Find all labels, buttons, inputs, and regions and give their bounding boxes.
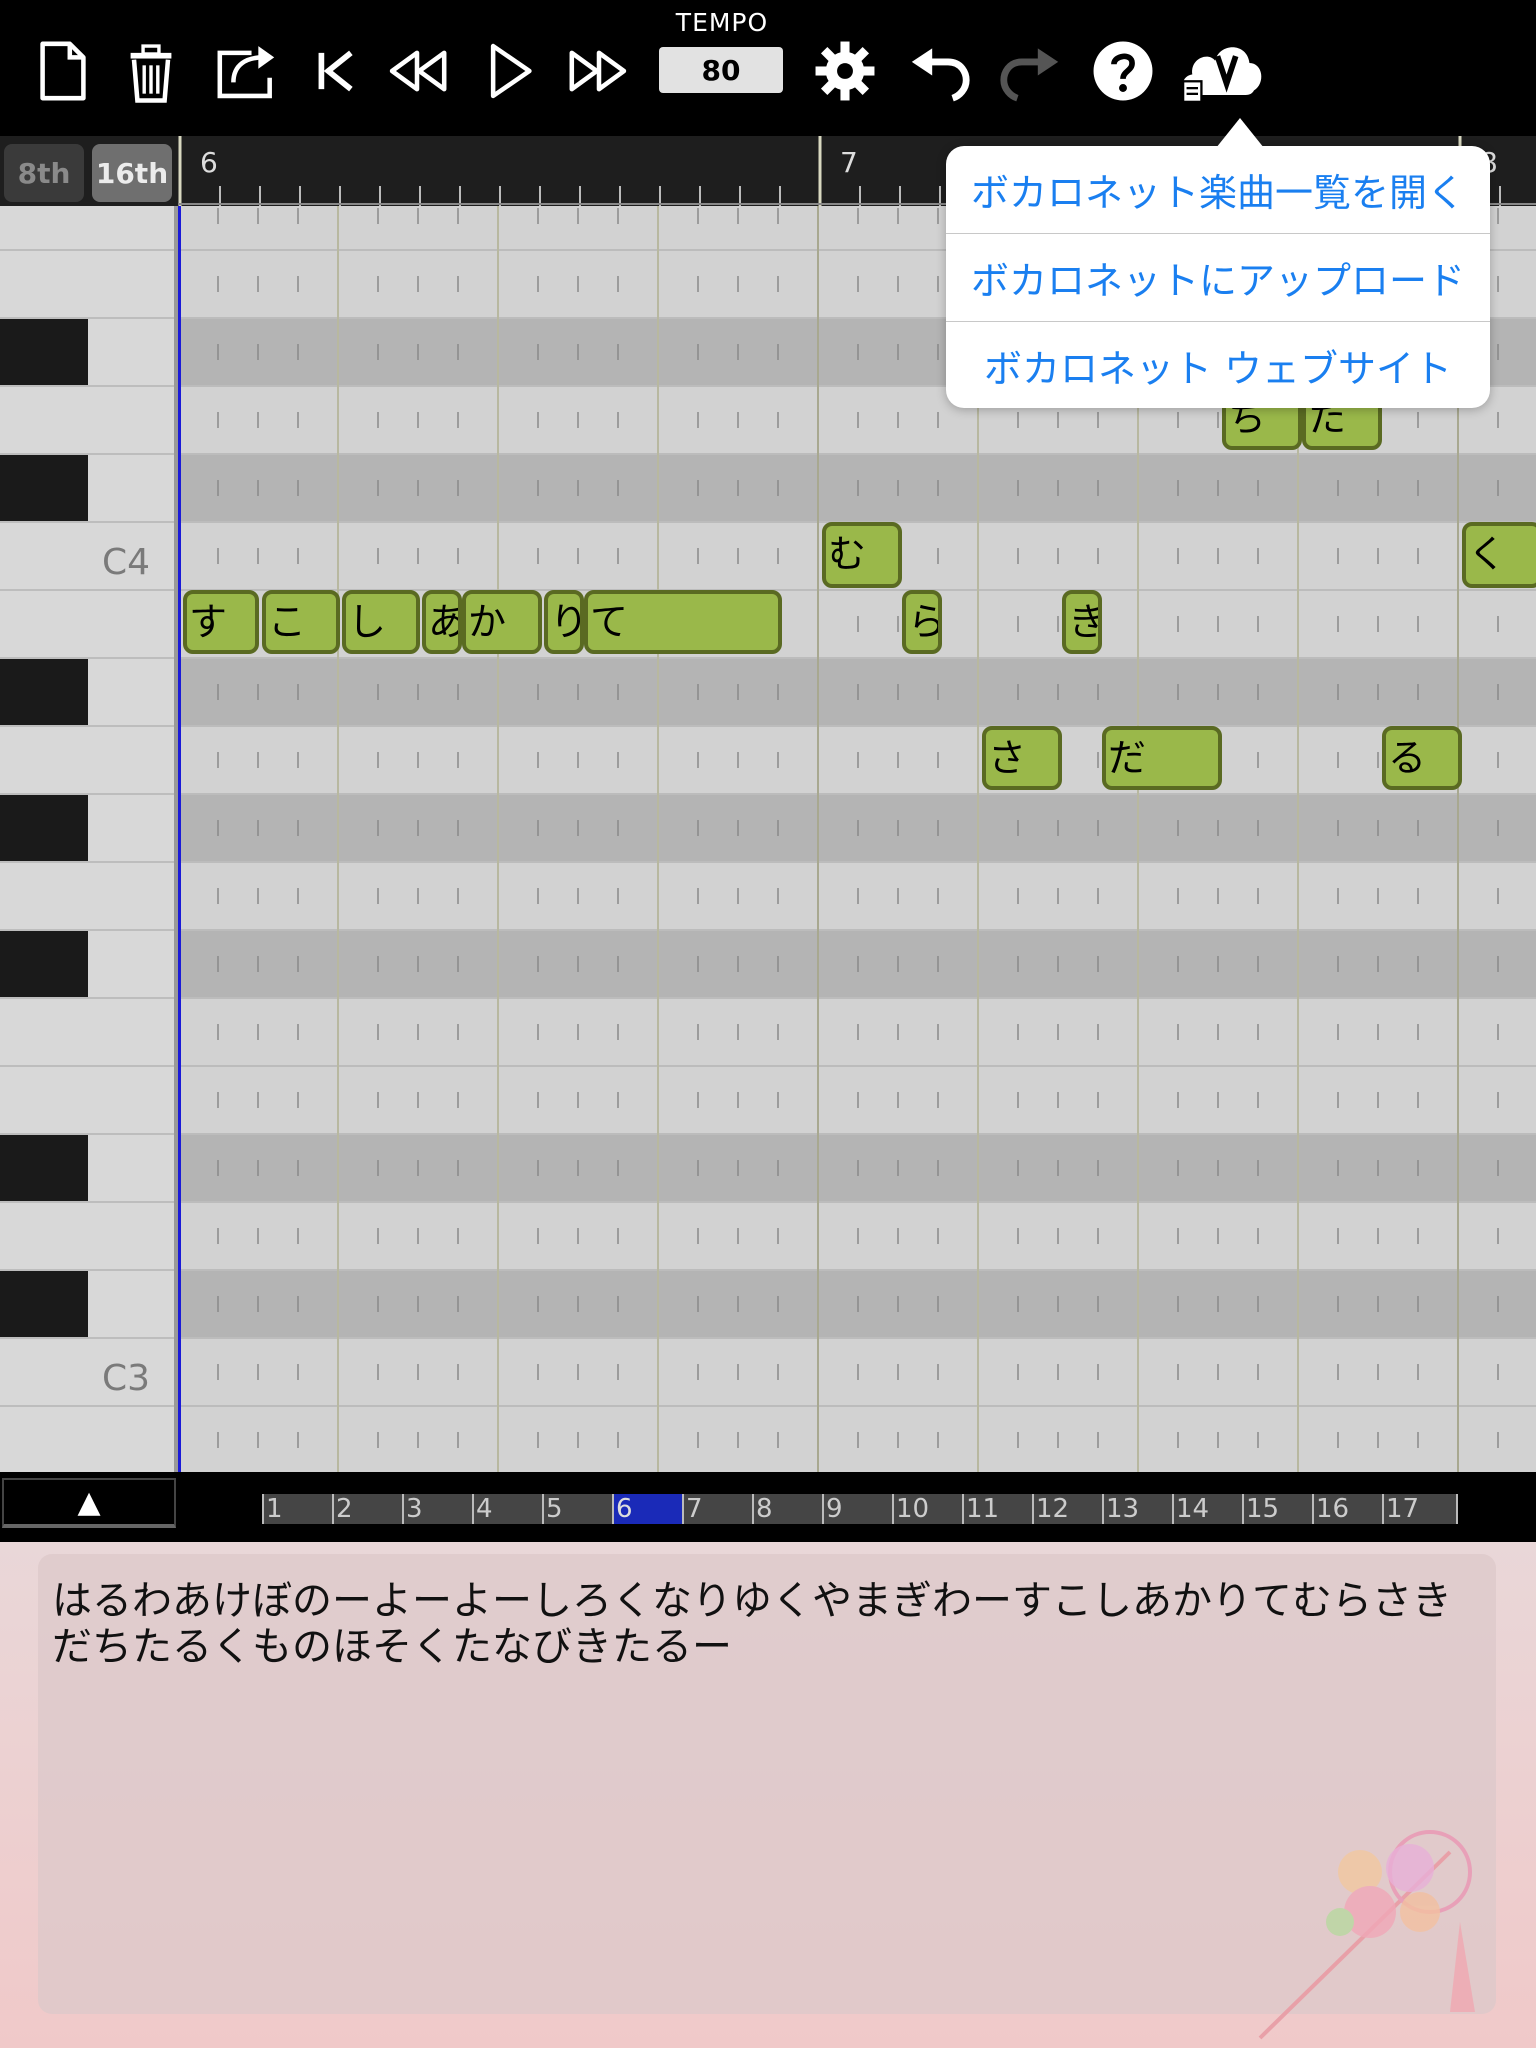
key-label-c4: C4 (101, 542, 150, 583)
skip-to-start-button[interactable] (292, 28, 378, 114)
overview-measure-8[interactable]: 8 (752, 1494, 822, 1524)
fast-forward-icon (569, 50, 627, 92)
note-da[interactable]: だ (1102, 726, 1222, 790)
help-button[interactable] (1080, 28, 1166, 114)
rewind-icon (389, 50, 447, 92)
playhead[interactable] (178, 206, 181, 1472)
settings-gear-icon (815, 41, 875, 101)
share-button[interactable] (204, 28, 290, 114)
overview-measure-13[interactable]: 13 (1102, 1494, 1172, 1524)
note-ra[interactable]: ら (902, 590, 942, 654)
song-overview[interactable]: 1 2 3 4 5 6 7 8 9 10 11 12 13 14 15 16 1… (262, 1494, 1458, 1524)
undo-icon (911, 48, 970, 102)
note-ku[interactable]: く (1462, 522, 1536, 588)
note-ko[interactable]: こ (262, 590, 340, 654)
note-ri[interactable]: り (544, 590, 584, 654)
lyrics-text: はるわあけぼのーよーよーしろくなりゆくやまぎわーすこしあかりてむらさきだちたるく… (52, 1578, 1452, 1670)
overview-bar: ▲ 1 2 3 4 5 6 7 8 9 10 11 12 13 14 15 16… (0, 1472, 1536, 1542)
share-icon (217, 46, 275, 99)
overview-measure-16[interactable]: 16 (1312, 1494, 1382, 1524)
note-sa[interactable]: さ (982, 726, 1062, 790)
lyrics-panel: はるわあけぼのーよーよーしろくなりゆくやまぎわーすこしあかりてむらさきだちたるく… (0, 1542, 1536, 2048)
undo-button[interactable] (896, 28, 982, 114)
tempo-label: TEMPO (675, 8, 769, 37)
key-label-c3: C3 (101, 1358, 150, 1399)
overview-measure-17[interactable]: 17 (1382, 1494, 1458, 1524)
overview-measure-12[interactable]: 12 (1032, 1494, 1102, 1524)
redo-icon (1000, 48, 1059, 102)
note-su[interactable]: す (183, 590, 259, 654)
overview-measure-15[interactable]: 15 (1242, 1494, 1312, 1524)
menu-upload[interactable]: ボカロネットにアップロード (946, 234, 1490, 320)
help-icon (1093, 41, 1153, 101)
overview-measure-7[interactable]: 7 (682, 1494, 752, 1524)
piano-keyboard: C4 C3 (0, 206, 178, 1472)
vocalonet-button[interactable] (1172, 28, 1272, 114)
expand-panel-button[interactable]: ▲ (2, 1478, 176, 1528)
note-mu[interactable]: む (822, 522, 902, 588)
rewind-button[interactable] (374, 28, 460, 114)
trash-icon (130, 44, 172, 103)
menu-open-song-list[interactable]: ボカロネット楽曲一覧を開く (946, 146, 1490, 232)
popover-arrow (1216, 118, 1264, 148)
overview-measure-5[interactable]: 5 (542, 1494, 612, 1524)
measure-label-7: 7 (840, 146, 858, 179)
overview-measure-3[interactable]: 3 (402, 1494, 472, 1524)
note-ru[interactable]: る (1382, 726, 1462, 790)
overview-measure-2[interactable]: 2 (332, 1494, 402, 1524)
new-file-button[interactable] (20, 28, 106, 114)
delete-button[interactable] (108, 28, 194, 114)
overview-measure-9[interactable]: 9 (822, 1494, 892, 1524)
new-file-icon (40, 41, 86, 101)
play-button[interactable] (466, 28, 552, 114)
piano-keys-graphic (0, 206, 178, 1472)
note-ka[interactable]: か (462, 590, 542, 654)
overview-measure-11[interactable]: 11 (962, 1494, 1032, 1524)
measure-label-6: 6 (200, 146, 218, 179)
overview-measure-6-current[interactable]: 6 (612, 1494, 682, 1524)
overview-measure-14[interactable]: 14 (1172, 1494, 1242, 1524)
redo-button[interactable] (988, 28, 1074, 114)
tempo-field[interactable]: 80 (659, 47, 783, 93)
overview-measure-10[interactable]: 10 (892, 1494, 962, 1524)
flower-hairpin-ornament (1258, 1830, 1475, 2040)
play-icon (490, 43, 532, 99)
skip-to-start-icon (318, 50, 353, 92)
overview-measure-1[interactable]: 1 (262, 1494, 332, 1524)
note-shi[interactable]: し (342, 590, 420, 654)
note-a[interactable]: あ (422, 590, 462, 654)
fast-forward-button[interactable] (556, 28, 642, 114)
menu-website[interactable]: ボカロネット ウェブサイト (946, 322, 1490, 408)
overview-measure-4[interactable]: 4 (472, 1494, 542, 1524)
settings-button[interactable] (802, 28, 888, 114)
note-te[interactable]: て (584, 590, 782, 654)
toolbar: TEMPO 80 (0, 0, 1536, 136)
vocalonet-menu: ボカロネット楽曲一覧を開く ボカロネットにアップロード ボカロネット ウェブサイ… (946, 118, 1490, 408)
note-ki[interactable]: き (1062, 590, 1102, 654)
vocalonet-cloud-icon (1182, 47, 1262, 103)
